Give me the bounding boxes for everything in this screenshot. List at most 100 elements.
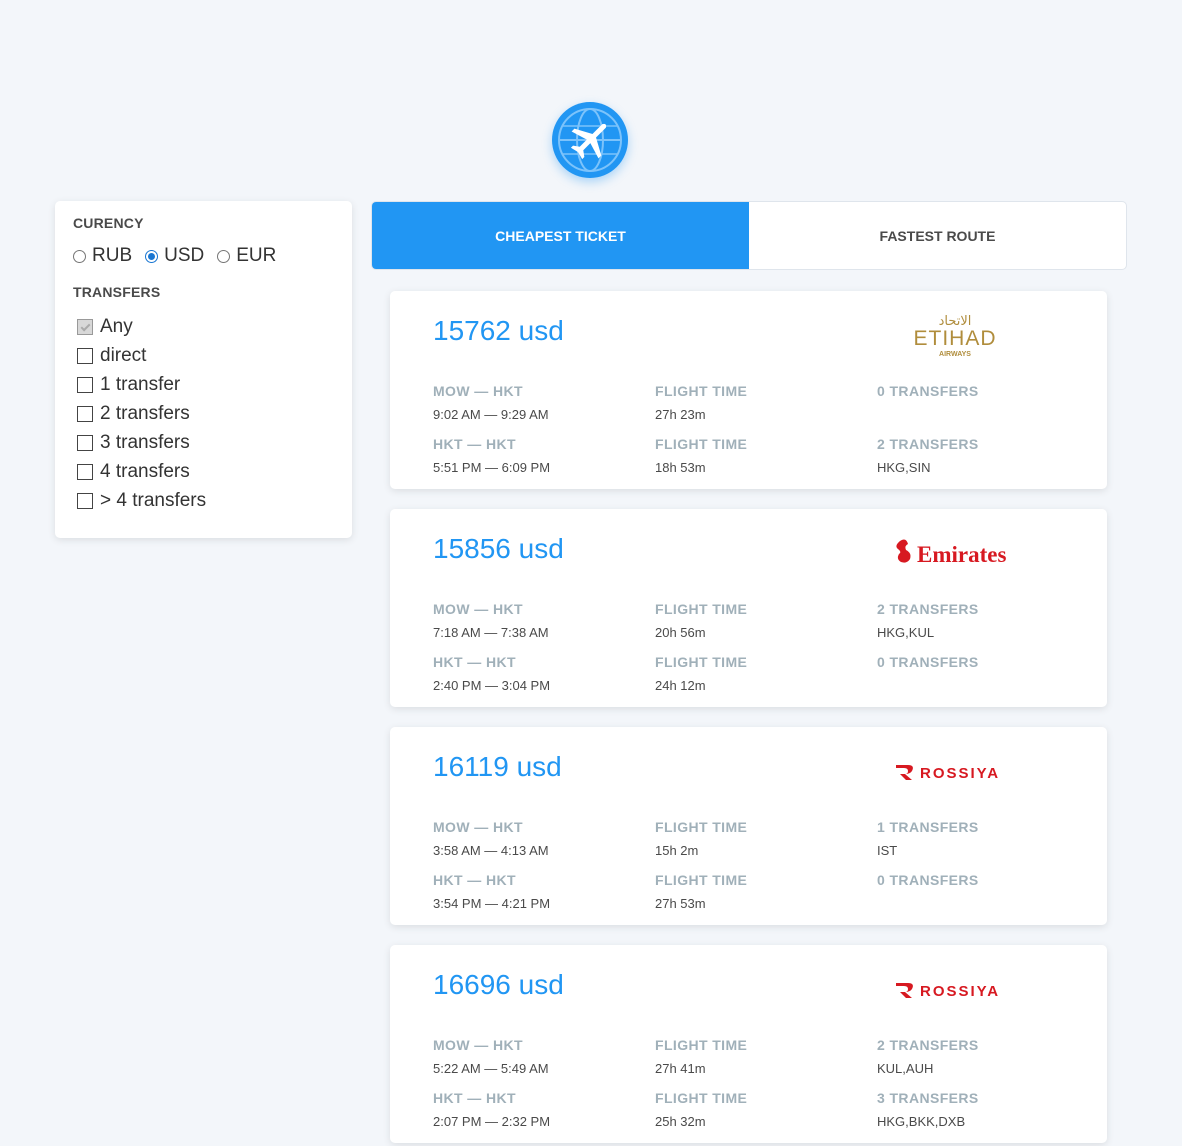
ticket-price: 16119 usd xyxy=(433,751,562,782)
segment-column: FLIGHT TIME 27h 23m xyxy=(655,383,747,422)
segment-transfers-label: 0 TRANSFERS xyxy=(877,383,979,399)
segment-duration: 27h 41m xyxy=(655,1061,706,1076)
ticket-card[interactable]: 15762 usd الاتحاد ETIHAD AIRWAYS MOW — H… xyxy=(390,291,1107,489)
emirates-logo: Emirates xyxy=(896,539,1006,567)
rossiya-logo: ROSSIYA xyxy=(896,983,1000,1000)
transfer-label: Any xyxy=(100,315,133,337)
segment-route: MOW — HKT xyxy=(433,1037,523,1053)
currency-label: EUR xyxy=(236,245,277,266)
etihad-logo-text: ETIHAD xyxy=(913,327,996,350)
currency-option-usd[interactable]: USD xyxy=(145,245,204,267)
segment-column: 2 TRANSFERS KUL,AUH xyxy=(877,1037,979,1076)
segment-duration-label: FLIGHT TIME xyxy=(655,601,748,617)
segment-duration-label: FLIGHT TIME xyxy=(655,872,748,888)
segment-column: FLIGHT TIME 25h 32m xyxy=(655,1090,747,1129)
segment-duration: 20h 56m xyxy=(655,625,706,640)
segment-duration-label: FLIGHT TIME xyxy=(655,1090,748,1106)
segment-transfers-label: 3 TRANSFERS xyxy=(877,1090,979,1106)
segment-column: MOW — HKT 9:02 AM — 9:29 AM xyxy=(433,383,549,422)
segment-transfers: IST xyxy=(877,843,898,858)
tab-cheapest-ticket[interactable]: CHEAPEST TICKET xyxy=(372,202,749,269)
segment-column: HKT — HKT 3:54 PM — 4:21 PM xyxy=(433,872,550,911)
transfer-option[interactable]: Any xyxy=(77,312,206,341)
transfer-checkbox[interactable] xyxy=(77,405,93,422)
segment-route: HKT — HKT xyxy=(433,872,516,888)
segment-duration: 25h 32m xyxy=(655,1114,706,1129)
segment-column: FLIGHT TIME 27h 41m xyxy=(655,1037,747,1076)
segment-column: 0 TRANSFERS xyxy=(877,654,979,678)
segment-times: 7:18 AM — 7:38 AM xyxy=(433,625,549,640)
segment-transfers-label: 1 TRANSFERS xyxy=(877,819,979,835)
currency-radio[interactable] xyxy=(145,249,159,263)
segment-route: MOW — HKT xyxy=(433,601,523,617)
currency-radio[interactable] xyxy=(73,249,86,263)
transfer-checkbox[interactable] xyxy=(77,376,93,393)
etihad-logo: الاتحاد ETIHAD AIRWAYS xyxy=(913,314,996,358)
segment-route: HKT — HKT xyxy=(433,436,516,452)
segment-times: 5:22 AM — 5:49 AM xyxy=(433,1061,549,1076)
transfer-label: 2 transfers xyxy=(100,402,190,424)
currency-options: RUB USD EUR xyxy=(73,245,289,267)
segment-duration: 15h 2m xyxy=(655,843,699,858)
segment-column: 0 TRANSFERS xyxy=(877,383,979,407)
segment-column: MOW — HKT 3:58 AM — 4:13 AM xyxy=(433,819,549,858)
segment-route: HKT — HKT xyxy=(433,654,516,670)
transfer-checkbox[interactable] xyxy=(77,492,93,509)
carrier-logo: Emirates xyxy=(880,523,1030,583)
segment-times: 5:51 PM — 6:09 PM xyxy=(433,460,551,475)
transfer-label: direct xyxy=(100,344,147,366)
segment-transfers-label: 2 TRANSFERS xyxy=(877,601,979,617)
segment-duration-label: FLIGHT TIME xyxy=(655,1037,748,1053)
currency-option-rub[interactable]: RUB xyxy=(73,245,132,267)
rossiya-logo-text: ROSSIYA xyxy=(920,983,1000,1000)
transfer-option[interactable]: direct xyxy=(77,341,206,370)
carrier-logo: الاتحاد ETIHAD AIRWAYS xyxy=(880,305,1030,365)
segment-column: 0 TRANSFERS xyxy=(877,872,979,896)
currency-radio[interactable] xyxy=(217,249,231,263)
segment-duration-label: FLIGHT TIME xyxy=(655,436,748,452)
transfer-checkbox[interactable] xyxy=(77,318,93,335)
segment-column: FLIGHT TIME 24h 12m xyxy=(655,654,747,693)
transfer-label: 4 transfers xyxy=(100,460,190,482)
segment-column: FLIGHT TIME 27h 53m xyxy=(655,872,747,911)
sort-tabs: CHEAPEST TICKET FASTEST ROUTE xyxy=(371,201,1127,270)
segment-column: HKT — HKT 5:51 PM — 6:09 PM xyxy=(433,436,550,475)
transfer-option[interactable]: 4 transfers xyxy=(77,457,206,486)
transfer-checkbox[interactable] xyxy=(77,347,93,364)
currency-label: RUB xyxy=(92,245,133,266)
tab-fastest-route[interactable]: FASTEST ROUTE xyxy=(749,202,1126,269)
currency-label: USD xyxy=(164,245,205,266)
transfer-option[interactable]: 3 transfers xyxy=(77,428,206,457)
segment-column: MOW — HKT 7:18 AM — 7:38 AM xyxy=(433,601,549,640)
ticket-card[interactable]: 15856 usd Emirates MOW — HKT 7:18 AM — 7:… xyxy=(390,509,1107,707)
segment-duration: 27h 53m xyxy=(655,896,706,911)
transfer-option[interactable]: 1 transfer xyxy=(77,370,206,399)
currency-option-eur[interactable]: EUR xyxy=(217,245,276,267)
segment-times: 2:07 PM — 2:32 PM xyxy=(433,1114,551,1129)
transfer-option[interactable]: 2 transfers xyxy=(77,399,206,428)
segment-transfers: HKG,SIN xyxy=(877,460,931,475)
segment-duration-label: FLIGHT TIME xyxy=(655,819,748,835)
transfer-checkbox[interactable] xyxy=(77,434,93,451)
segment-column: MOW — HKT 5:22 AM — 5:49 AM xyxy=(433,1037,549,1076)
transfers-options: Any direct 1 transfer 2 transfers 3 transfer… xyxy=(77,312,206,515)
segment-transfers: HKG,BKK,DXB xyxy=(877,1114,966,1129)
ticket-price: 15762 usd xyxy=(433,315,564,346)
segment-transfers-label: 0 TRANSFERS xyxy=(877,654,979,670)
transfer-label: 1 transfer xyxy=(100,373,181,395)
segment-duration-label: FLIGHT TIME xyxy=(655,383,748,399)
rossiya-logo: ROSSIYA xyxy=(896,765,1000,782)
carrier-logo: ROSSIYA xyxy=(880,959,1030,1019)
segment-transfers: KUL,AUH xyxy=(877,1061,934,1076)
transfer-option[interactable]: > 4 transfers xyxy=(77,486,206,515)
segment-column: HKT — HKT 2:40 PM — 3:04 PM xyxy=(433,654,550,693)
transfer-checkbox[interactable] xyxy=(77,463,93,480)
segment-times: 2:40 PM — 3:04 PM xyxy=(433,678,551,693)
segment-column: FLIGHT TIME 20h 56m xyxy=(655,601,747,640)
currency-title: CURENCY xyxy=(73,215,144,231)
ticket-card[interactable]: 16119 usd ROSSIYA MOW — HKT 3:58 AM — 4:1… xyxy=(390,727,1107,925)
rossiya-logo-text: ROSSIYA xyxy=(920,765,1000,782)
segment-route: HKT — HKT xyxy=(433,1090,516,1106)
segment-transfers-label: 0 TRANSFERS xyxy=(877,872,979,888)
ticket-card[interactable]: 16696 usd ROSSIYA MOW — HKT 5:22 AM — 5:4… xyxy=(390,945,1107,1143)
